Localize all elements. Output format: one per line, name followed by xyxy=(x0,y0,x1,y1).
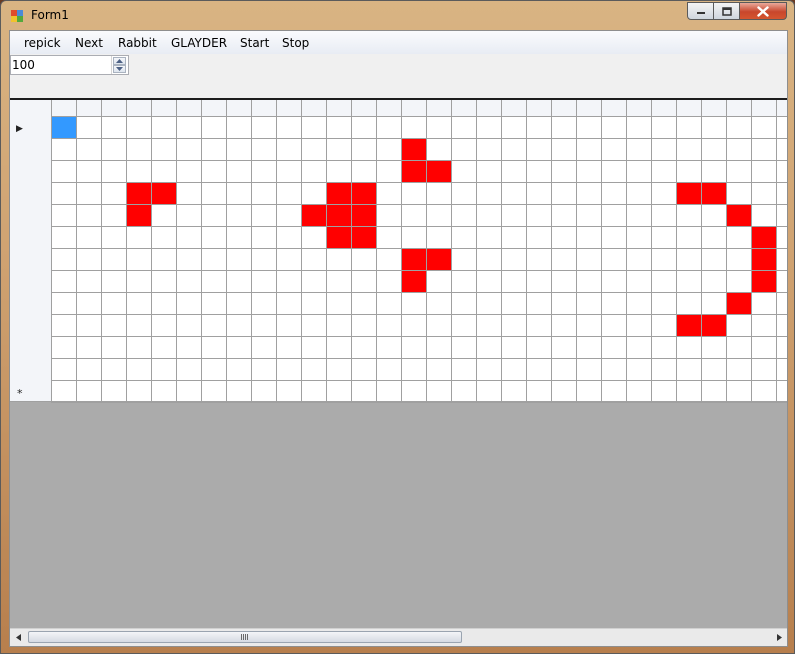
horizontal-scrollbar[interactable] xyxy=(10,628,787,646)
numeric-value[interactable]: 100 xyxy=(12,58,35,72)
live-cell[interactable] xyxy=(751,226,776,248)
live-cell[interactable] xyxy=(151,182,176,204)
live-cell[interactable] xyxy=(326,226,351,248)
arrow-right-icon xyxy=(776,634,782,641)
minimize-icon xyxy=(696,12,705,14)
menu-item-repick[interactable]: repick xyxy=(24,36,61,50)
menu-item-next[interactable]: Next xyxy=(75,36,103,50)
live-cell[interactable] xyxy=(401,138,426,160)
chevron-up-icon xyxy=(116,59,123,63)
close-icon xyxy=(757,5,769,17)
live-cell[interactable] xyxy=(301,204,326,226)
menu-item-start[interactable]: Start xyxy=(240,36,269,50)
spin-down-button[interactable] xyxy=(113,65,126,73)
chevron-down-icon xyxy=(116,67,123,71)
live-cell[interactable] xyxy=(751,248,776,270)
menu-item-glayder[interactable]: GLAYDER xyxy=(171,36,227,50)
current-row-indicator-icon: ▶ xyxy=(16,124,23,134)
row-header-column xyxy=(10,100,51,402)
menu-item-stop[interactable]: Stop xyxy=(282,36,309,50)
live-cell[interactable] xyxy=(676,314,701,336)
live-cell[interactable] xyxy=(351,204,376,226)
live-cell[interactable] xyxy=(351,226,376,248)
menu-bar: repick Next Rabbit GLAYDER Start Stop xyxy=(10,31,787,54)
minimize-button[interactable] xyxy=(687,2,714,20)
new-row-indicator-icon: * xyxy=(17,387,23,400)
live-cell[interactable] xyxy=(426,160,451,182)
maximize-button[interactable] xyxy=(713,2,740,20)
live-cell[interactable] xyxy=(126,182,151,204)
live-cell[interactable] xyxy=(351,182,376,204)
live-cell[interactable] xyxy=(701,314,726,336)
window-title: Form1 xyxy=(31,8,69,22)
live-cell[interactable] xyxy=(326,204,351,226)
live-cell[interactable] xyxy=(401,160,426,182)
app-icon xyxy=(11,10,23,22)
form-client-area: repick Next Rabbit GLAYDER Start Stop 10… xyxy=(9,30,788,647)
spin-buttons xyxy=(111,56,128,74)
live-cell[interactable] xyxy=(726,292,751,314)
scroll-left-button[interactable] xyxy=(12,632,24,643)
close-button[interactable] xyxy=(739,2,787,20)
numeric-updown[interactable]: 100 xyxy=(10,55,129,75)
menu-item-rabbit[interactable]: Rabbit xyxy=(118,36,157,50)
scroll-right-button[interactable] xyxy=(773,632,785,643)
spin-up-button[interactable] xyxy=(113,57,126,65)
live-cell[interactable] xyxy=(426,248,451,270)
live-cell[interactable] xyxy=(726,204,751,226)
data-grid-view[interactable]: ▶ * xyxy=(10,98,787,646)
life-grid[interactable]: ▶* xyxy=(10,100,787,430)
arrow-left-icon xyxy=(15,634,21,641)
live-cell[interactable] xyxy=(701,182,726,204)
live-cell[interactable] xyxy=(751,270,776,292)
form1-window: Form1 repick Next Rabbit GLAYDER Start S… xyxy=(0,0,795,654)
selected-cell[interactable] xyxy=(52,117,76,138)
live-cell[interactable] xyxy=(401,248,426,270)
grip-icon xyxy=(241,634,249,640)
scroll-thumb[interactable] xyxy=(28,631,462,643)
title-bar[interactable]: Form1 xyxy=(1,1,794,30)
live-cell[interactable] xyxy=(126,204,151,226)
live-cell[interactable] xyxy=(401,270,426,292)
maximize-icon xyxy=(721,6,732,16)
live-cell[interactable] xyxy=(676,182,701,204)
live-cell[interactable] xyxy=(326,182,351,204)
